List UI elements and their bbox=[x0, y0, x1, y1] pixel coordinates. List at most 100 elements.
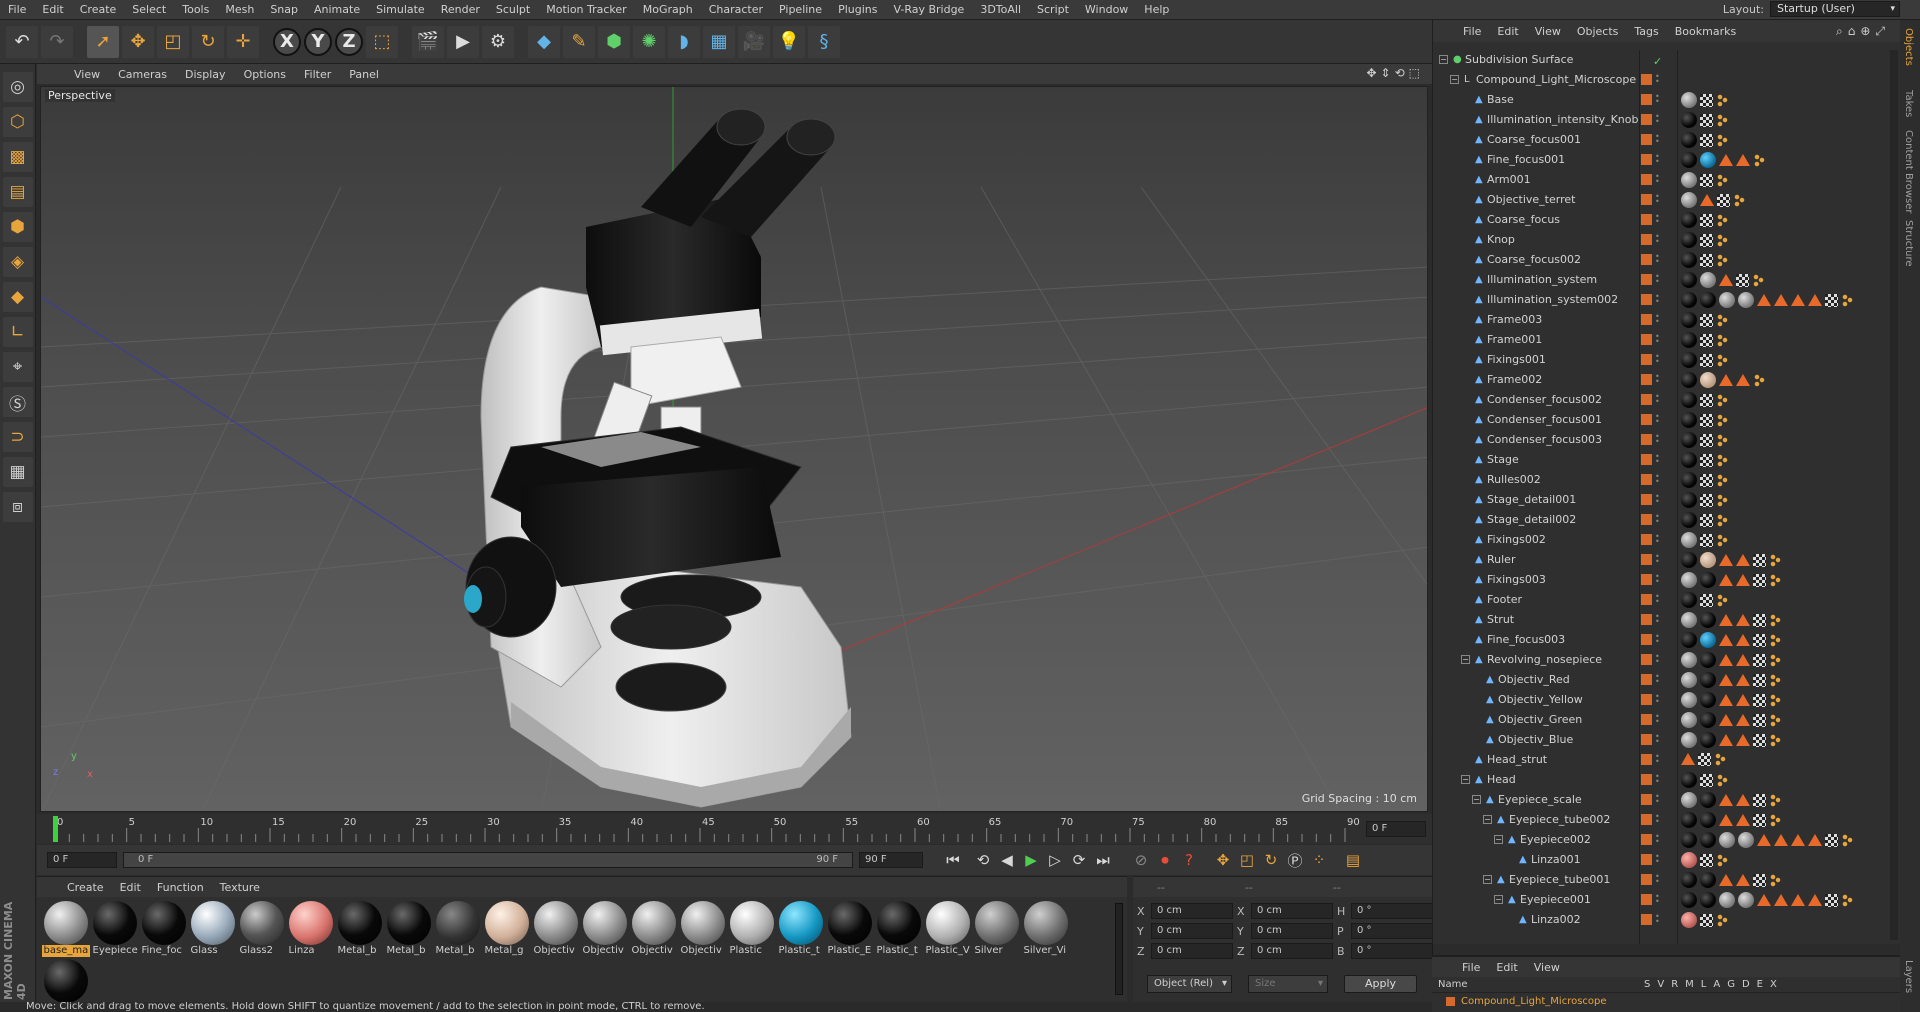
visibility-dots-icon[interactable]: • • bbox=[1655, 113, 1662, 126]
menu-snap[interactable]: Snap bbox=[262, 0, 306, 20]
phong-tag-icon[interactable] bbox=[1769, 813, 1781, 827]
uvw-tag-icon[interactable] bbox=[1717, 193, 1730, 207]
layer-column-l[interactable]: L bbox=[1701, 979, 1707, 990]
phong-tag-icon[interactable] bbox=[1716, 513, 1728, 527]
layer-color-swatch[interactable] bbox=[1641, 874, 1652, 885]
layer-color-swatch[interactable] bbox=[1641, 754, 1652, 765]
phong-tag-icon[interactable] bbox=[1716, 533, 1728, 547]
layer-column-d[interactable]: D bbox=[1742, 979, 1750, 990]
material-tag-black[interactable] bbox=[1681, 292, 1697, 308]
material-tag-black[interactable] bbox=[1681, 352, 1697, 368]
object-layer-flags[interactable]: • • bbox=[1641, 613, 1662, 626]
material-swatch[interactable]: Glass bbox=[188, 901, 237, 959]
material-tag-grey[interactable] bbox=[1738, 892, 1754, 908]
visibility-dots-icon[interactable]: • • bbox=[1655, 253, 1662, 266]
material-tag-black[interactable] bbox=[1681, 132, 1697, 148]
object-name[interactable]: Head_strut bbox=[1487, 750, 1547, 770]
visibility-dots-icon[interactable]: • • bbox=[1655, 793, 1662, 806]
material-tag-black[interactable] bbox=[1700, 792, 1716, 808]
layer-name[interactable]: Compound_Light_Microscope bbox=[1461, 996, 1607, 1007]
object-layer-flags[interactable]: • • bbox=[1641, 853, 1662, 866]
phong-tag-icon[interactable] bbox=[1769, 793, 1781, 807]
layout-dropdown[interactable]: Startup (User) bbox=[1770, 1, 1900, 17]
material-menu-function[interactable]: Function bbox=[149, 881, 212, 894]
next-frame-icon[interactable]: ▷ bbox=[1043, 848, 1067, 872]
phong-tag-icon[interactable] bbox=[1716, 93, 1728, 107]
material-tag-grey[interactable] bbox=[1738, 832, 1754, 848]
layer-color-swatch[interactable] bbox=[1641, 554, 1652, 565]
grid-lock-icon[interactable]: ▦ bbox=[2, 457, 33, 487]
material-tag-black[interactable] bbox=[1681, 472, 1697, 488]
selection-tag-icon[interactable] bbox=[1719, 574, 1733, 586]
play-icon[interactable]: ▶ bbox=[1019, 848, 1043, 872]
object-row[interactable]: ▲ Condenser_focus001 • • bbox=[1433, 410, 1901, 430]
layer-color-swatch[interactable] bbox=[1641, 74, 1652, 85]
material-tag-black[interactable] bbox=[1681, 392, 1697, 408]
uvw-tag-icon[interactable] bbox=[1700, 453, 1713, 467]
current-frame-field[interactable]: 0 F bbox=[1366, 821, 1426, 837]
menu-motion-tracker[interactable]: Motion Tracker bbox=[538, 0, 634, 20]
object-row[interactable]: − ▲ Eyepiece001 • • bbox=[1433, 890, 1901, 910]
phong-tag-icon[interactable] bbox=[1716, 213, 1728, 227]
uvw-tag-icon[interactable] bbox=[1700, 113, 1713, 127]
phong-tag-icon[interactable] bbox=[1716, 173, 1728, 187]
selection-tag-icon[interactable] bbox=[1736, 154, 1750, 166]
object-layer-flags[interactable]: • • bbox=[1641, 553, 1662, 566]
phong-tag-icon[interactable] bbox=[1841, 293, 1853, 307]
object-name[interactable]: Condenser_focus003 bbox=[1487, 430, 1602, 450]
key-parameter-icon[interactable]: Ⓟ bbox=[1283, 848, 1307, 872]
material-swatch[interactable]: Plastic bbox=[727, 901, 776, 959]
object-layer-flags[interactable]: • • bbox=[1641, 433, 1662, 446]
visibility-dots-icon[interactable]: • • bbox=[1655, 413, 1662, 426]
selection-tag-icon[interactable] bbox=[1719, 814, 1733, 826]
material-tag-grey[interactable] bbox=[1681, 192, 1697, 208]
phong-tag-icon[interactable] bbox=[1716, 913, 1728, 927]
object-name[interactable]: Revolving_nosepiece bbox=[1487, 650, 1602, 670]
selection-tag-icon[interactable] bbox=[1774, 834, 1788, 846]
object-row[interactable]: − ▲ Revolving_nosepiece • • bbox=[1433, 650, 1901, 670]
uvw-tag-icon[interactable] bbox=[1700, 513, 1713, 527]
recent-tool-icon[interactable]: ✛ bbox=[227, 25, 259, 58]
collapse-toggle-icon[interactable]: − bbox=[1472, 795, 1481, 804]
object-row[interactable]: − ● Subdivision Surface ✓ bbox=[1433, 50, 1901, 70]
material-swatch[interactable]: Objectiv bbox=[531, 901, 580, 959]
material-tag-black[interactable] bbox=[1681, 552, 1697, 568]
live-selection-icon[interactable]: ➚ bbox=[87, 25, 119, 58]
material-tag-grey[interactable] bbox=[1719, 892, 1735, 908]
object-layer-flags[interactable]: • • bbox=[1641, 473, 1662, 486]
collapse-toggle-icon[interactable]: − bbox=[1450, 75, 1459, 84]
visibility-dots-icon[interactable]: • • bbox=[1655, 533, 1662, 546]
phong-tag-icon[interactable] bbox=[1716, 433, 1728, 447]
layer-menu-view[interactable]: View bbox=[1526, 961, 1568, 974]
selection-tag-icon[interactable] bbox=[1719, 634, 1733, 646]
object-row[interactable]: ▲ Base • • bbox=[1433, 90, 1901, 110]
enabled-check-icon[interactable]: ✓ bbox=[1653, 52, 1662, 72]
coordinate-mode-dropdown[interactable]: Object (Rel) bbox=[1147, 975, 1232, 993]
rotate-tool-icon[interactable]: ↻ bbox=[192, 25, 224, 58]
uvw-tag-icon[interactable] bbox=[1753, 693, 1766, 707]
material-tag-black[interactable] bbox=[1700, 672, 1716, 688]
object-row[interactable]: ▲ Ruler • • bbox=[1433, 550, 1901, 570]
object-layer-flags[interactable]: • • bbox=[1641, 293, 1662, 306]
object-row[interactable]: ▲ Stage • • bbox=[1433, 450, 1901, 470]
phong-tag-icon[interactable] bbox=[1769, 573, 1781, 587]
phong-tag-icon[interactable] bbox=[1841, 893, 1853, 907]
visibility-dots-icon[interactable]: • • bbox=[1655, 133, 1662, 146]
object-layer-flags[interactable]: • • bbox=[1641, 273, 1662, 286]
timeline-ruler[interactable]: 0 5 10 15 20 25 30 35 40 45 50 55 60 65 70 75 80 85 90 0 F bbox=[37, 814, 1432, 844]
material-swatch[interactable]: Plastic_V bbox=[923, 901, 972, 959]
menu-edit[interactable]: Edit bbox=[34, 0, 71, 20]
object-layer-flags[interactable]: • • bbox=[1641, 733, 1662, 746]
object-layer-flags[interactable]: • • bbox=[1641, 373, 1662, 386]
material-tag-black[interactable] bbox=[1681, 872, 1697, 888]
workplane-lock-icon[interactable]: ⧈ bbox=[2, 492, 33, 522]
collapse-toggle-icon[interactable]: − bbox=[1483, 815, 1492, 824]
object-name[interactable]: Coarse_focus bbox=[1487, 210, 1560, 230]
uvw-tag-icon[interactable] bbox=[1700, 393, 1713, 407]
material-swatch[interactable]: Metal_b bbox=[335, 901, 384, 959]
material-tag-black[interactable] bbox=[1700, 712, 1716, 728]
material-swatch[interactable]: Objectiv bbox=[580, 901, 629, 959]
object-layer-flags[interactable]: • • bbox=[1641, 573, 1662, 586]
object-row[interactable]: ▲ Frame003 • • bbox=[1433, 310, 1901, 330]
selection-tag-icon[interactable] bbox=[1719, 654, 1733, 666]
